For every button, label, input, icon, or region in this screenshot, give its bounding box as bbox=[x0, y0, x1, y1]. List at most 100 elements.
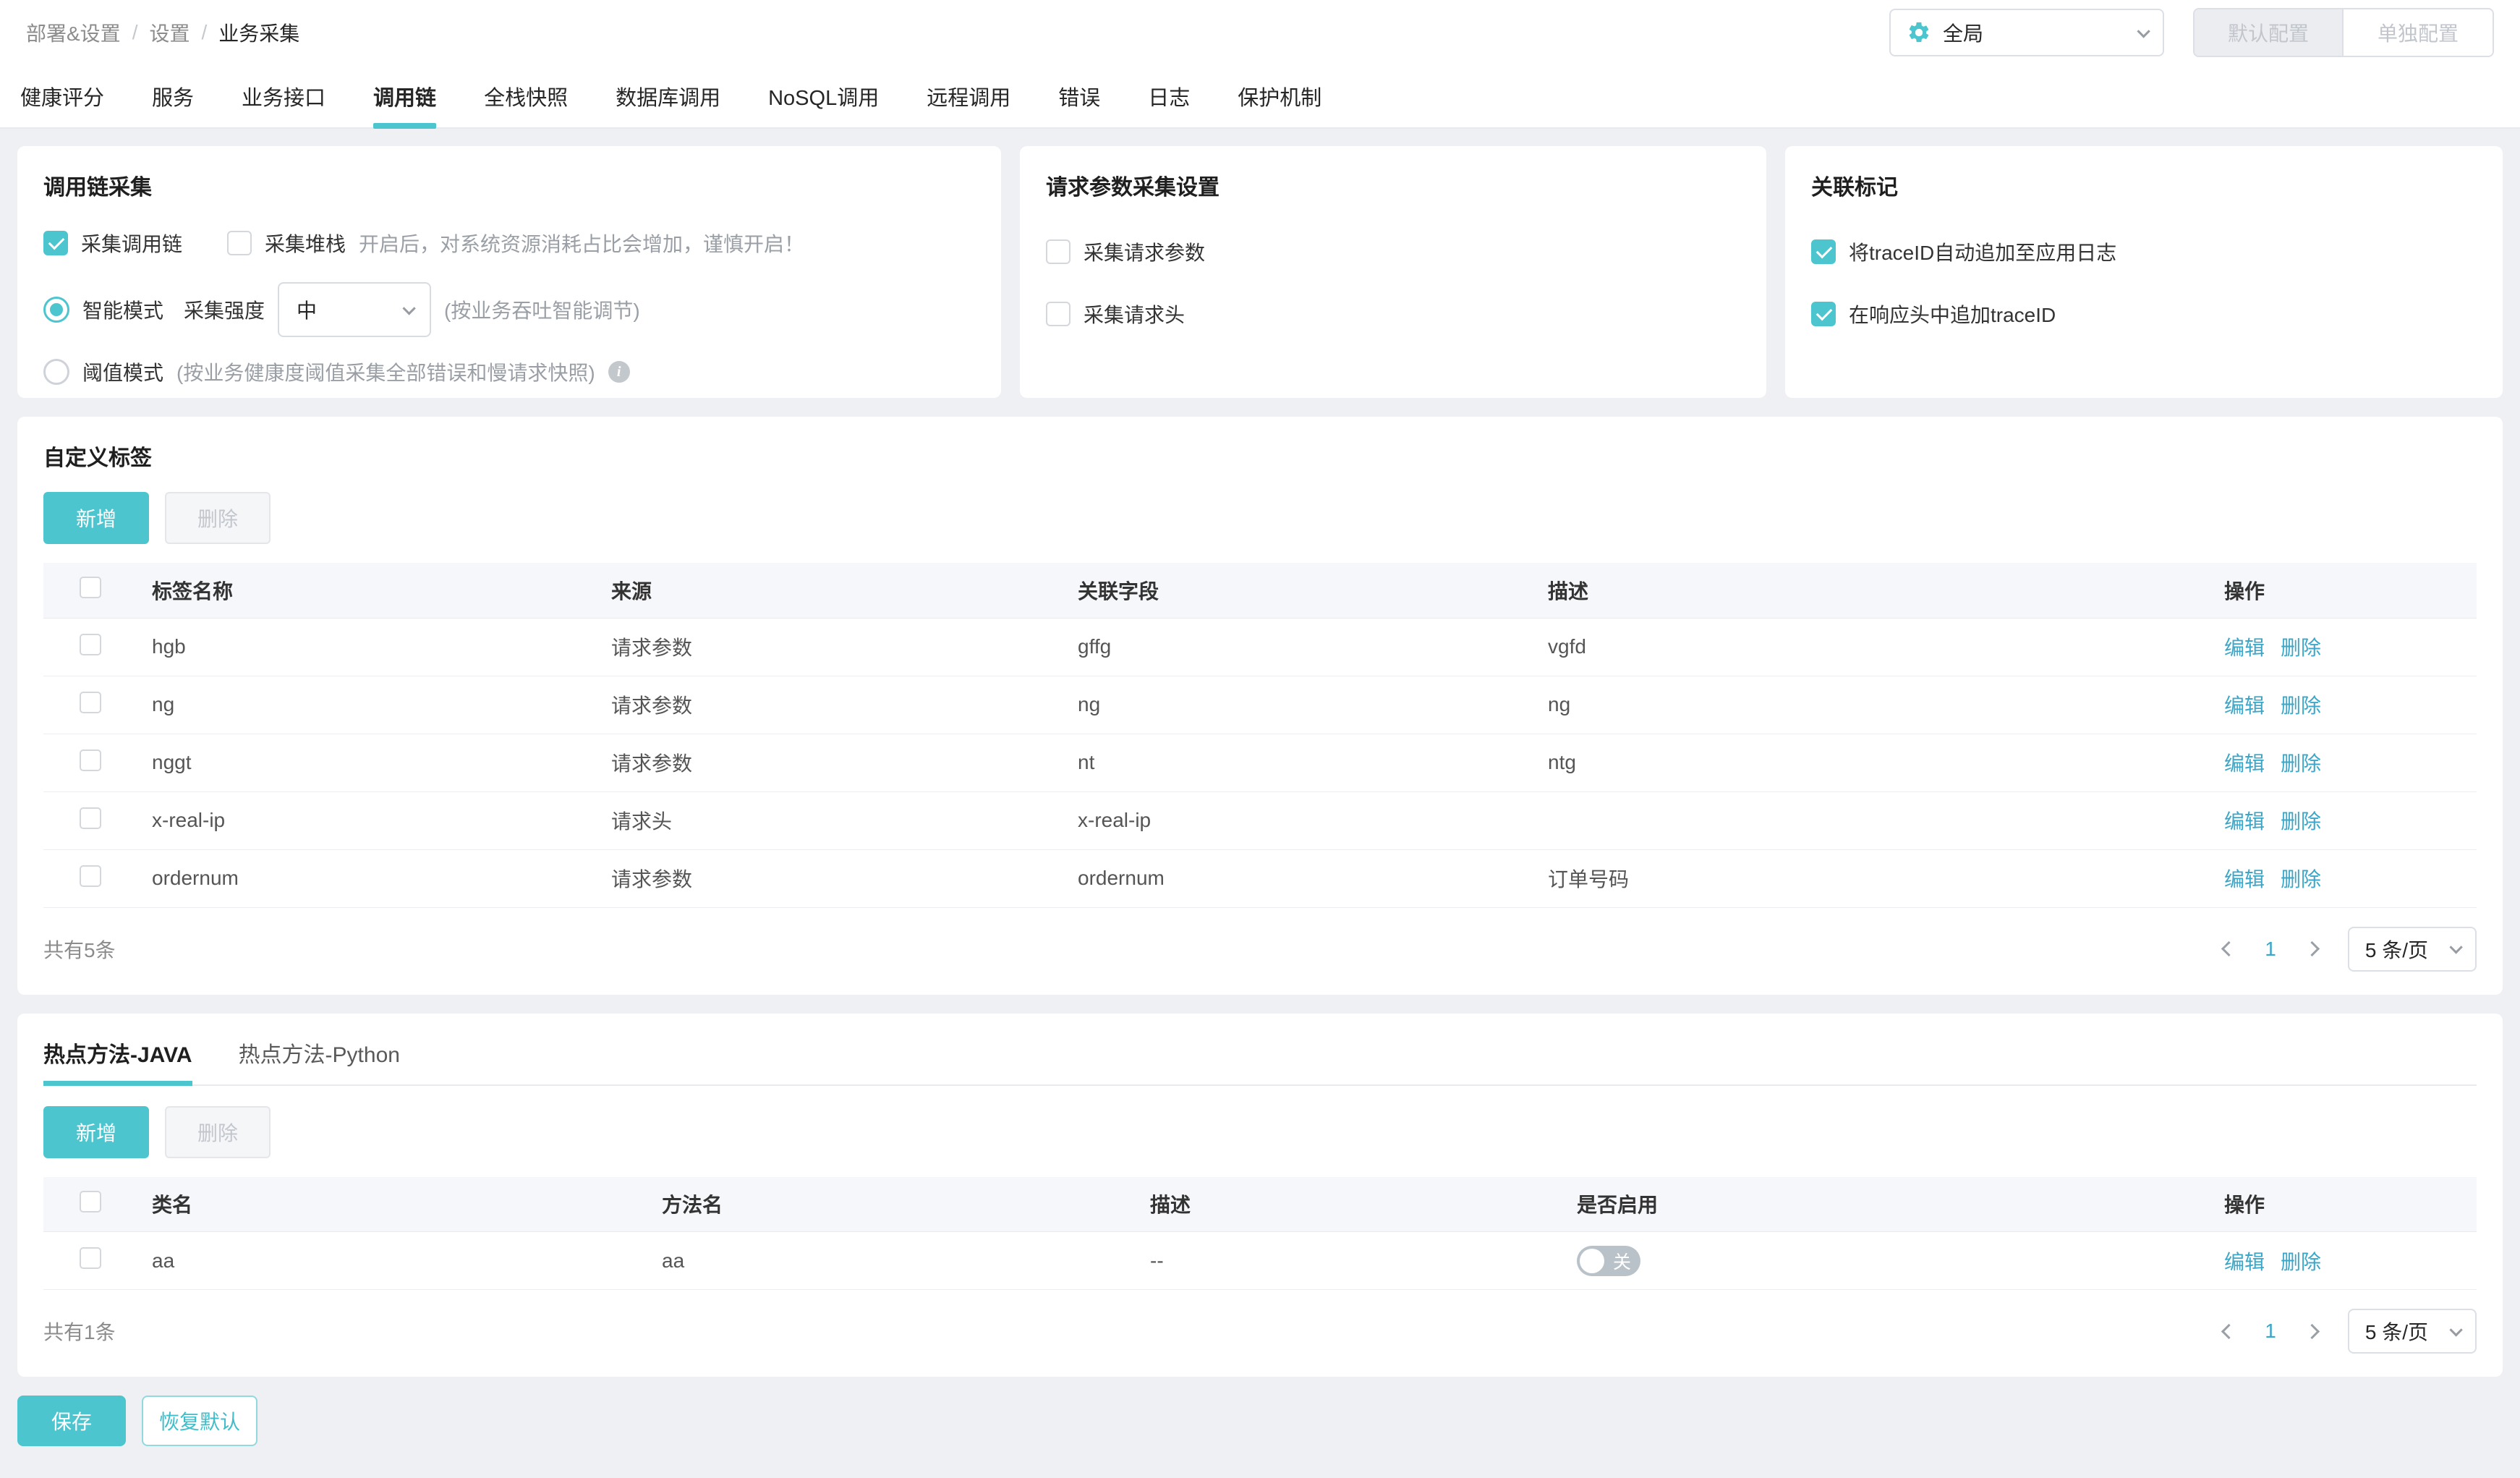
page-number[interactable]: 1 bbox=[2265, 938, 2276, 961]
row-checkbox[interactable] bbox=[80, 865, 101, 887]
select-all-checkbox[interactable] bbox=[80, 577, 101, 599]
add-method-button[interactable]: 新增 bbox=[43, 1105, 149, 1158]
col-source: 来源 bbox=[611, 563, 1078, 619]
page-size-select[interactable]: 5 条/页 bbox=[2347, 926, 2477, 972]
cell-source: 请求参数 bbox=[611, 676, 1078, 734]
tab-logs[interactable]: 日志 bbox=[1148, 65, 1190, 127]
trace-to-log-checkbox[interactable] bbox=[1811, 239, 1836, 264]
next-page-icon[interactable] bbox=[2304, 1323, 2320, 1339]
table-row: aa aa -- 关 编辑 删除 bbox=[43, 1231, 2477, 1290]
select-all-checkbox[interactable] bbox=[80, 1190, 101, 1212]
tab-hot-methods-python[interactable]: 热点方法-Python bbox=[239, 1037, 400, 1084]
enable-toggle-off[interactable]: 关 bbox=[1577, 1245, 1640, 1276]
trace-collect-row: 采集调用链 采集堆栈 开启后，对系统资源消耗占比会增加，谨慎开启！ bbox=[43, 229, 975, 258]
col-related-field: 关联字段 bbox=[1078, 563, 1548, 619]
tab-errors[interactable]: 错误 bbox=[1058, 65, 1100, 127]
info-icon[interactable]: i bbox=[608, 361, 630, 383]
smart-mode-hint: (按业务吞吐智能调节) bbox=[444, 300, 640, 322]
edit-link[interactable]: 编辑 bbox=[2224, 868, 2265, 891]
cell-tag-name: ng bbox=[152, 676, 611, 734]
delete-method-button[interactable]: 删除 bbox=[165, 1105, 271, 1158]
main-content: 调用链采集 采集调用链 采集堆栈 开启后，对系统资源消耗占比会增加，谨慎开启！ … bbox=[0, 129, 2520, 1478]
scope-select[interactable]: 全局 bbox=[1889, 9, 2164, 56]
delete-link[interactable]: 删除 bbox=[2281, 1251, 2321, 1273]
page-number[interactable]: 1 bbox=[2265, 1320, 2276, 1343]
table-row: x-real-ip 请求头 x-real-ip 编辑 删除 bbox=[43, 791, 2477, 850]
row-checkbox[interactable] bbox=[80, 749, 101, 771]
edit-link[interactable]: 编辑 bbox=[2224, 752, 2265, 775]
collect-headers-row: 采集请求头 bbox=[1046, 300, 1740, 328]
row-checkbox[interactable] bbox=[80, 1247, 101, 1269]
save-button[interactable]: 保存 bbox=[17, 1396, 126, 1446]
page-size-value: 5 条/页 bbox=[2364, 1321, 2428, 1343]
chevron-down-icon bbox=[2137, 24, 2150, 38]
hot-methods-actions: 新增 删除 bbox=[43, 1105, 2477, 1158]
tab-fullstack-snapshot[interactable]: 全栈快照 bbox=[484, 65, 568, 127]
collect-stack-checkbox[interactable] bbox=[227, 231, 252, 255]
tab-nosql-calls[interactable]: NoSQL调用 bbox=[768, 65, 879, 127]
pagination: 1 5 条/页 bbox=[2221, 1309, 2477, 1354]
delete-link[interactable]: 删除 bbox=[2281, 637, 2321, 659]
cell-description: ntg bbox=[1548, 734, 2224, 792]
edit-link[interactable]: 编辑 bbox=[2224, 637, 2265, 659]
prev-page-icon[interactable] bbox=[2221, 1323, 2237, 1339]
trace-to-header-checkbox[interactable] bbox=[1811, 302, 1836, 326]
strength-select-value: 中 bbox=[297, 300, 318, 322]
edit-link[interactable]: 编辑 bbox=[2224, 1251, 2265, 1273]
custom-tags-title: 自定义标签 bbox=[43, 446, 152, 470]
col-description: 描述 bbox=[1150, 1176, 1577, 1232]
delete-link[interactable]: 删除 bbox=[2281, 695, 2321, 717]
edit-link[interactable]: 编辑 bbox=[2224, 695, 2265, 717]
chevron-down-icon bbox=[2449, 1322, 2463, 1337]
col-actions: 操作 bbox=[2224, 563, 2477, 619]
add-tag-button[interactable]: 新增 bbox=[43, 492, 149, 544]
toggle-knob bbox=[1580, 1248, 1604, 1273]
page-actions: 保存 恢复默认 bbox=[17, 1396, 2503, 1461]
default-config-button[interactable]: 默认配置 bbox=[2195, 9, 2344, 56]
prev-page-icon[interactable] bbox=[2221, 940, 2237, 957]
tab-services[interactable]: 服务 bbox=[152, 65, 194, 127]
next-page-icon[interactable] bbox=[2304, 940, 2320, 957]
tab-health-score[interactable]: 健康评分 bbox=[20, 65, 104, 127]
edit-link[interactable]: 编辑 bbox=[2224, 810, 2265, 833]
tab-hot-methods-java[interactable]: 热点方法-JAVA bbox=[43, 1037, 192, 1086]
page-size-select[interactable]: 5 条/页 bbox=[2347, 1309, 2477, 1354]
tab-database-calls[interactable]: 数据库调用 bbox=[616, 65, 720, 127]
cell-class-name: aa bbox=[152, 1231, 662, 1290]
marker-panel: 关联标记 将traceID自动追加至应用日志 在响应头中追加traceID bbox=[1785, 146, 2503, 398]
collect-headers-checkbox[interactable] bbox=[1046, 302, 1070, 326]
topbar-right: 全局 默认配置 单独配置 bbox=[1889, 8, 2494, 57]
restore-default-button[interactable]: 恢复默认 bbox=[142, 1396, 257, 1446]
tab-remote-calls[interactable]: 远程调用 bbox=[927, 65, 1010, 127]
strength-label: 采集强度 bbox=[184, 300, 265, 322]
breadcrumb-settings[interactable]: 设置 bbox=[149, 18, 190, 47]
tab-protection[interactable]: 保护机制 bbox=[1238, 65, 1321, 127]
cell-description: ng bbox=[1548, 676, 2224, 734]
table-row: ordernum 请求参数 ordernum 订单号码 编辑 删除 bbox=[43, 849, 2477, 908]
collect-stack-hint: 开启后，对系统资源消耗占比会增加，谨慎开启！ bbox=[359, 233, 805, 255]
row-checkbox[interactable] bbox=[80, 807, 101, 829]
breadcrumb-deploy-settings[interactable]: 部署&设置 bbox=[26, 18, 121, 47]
row-checkbox[interactable] bbox=[80, 633, 101, 655]
threshold-mode-radio[interactable] bbox=[43, 359, 69, 385]
row-checkbox[interactable] bbox=[80, 691, 101, 713]
smart-mode-radio[interactable] bbox=[43, 297, 69, 323]
delete-link[interactable]: 删除 bbox=[2281, 752, 2321, 775]
hot-methods-section: 热点方法-JAVA 热点方法-Python 新增 删除 类名 方法名 描述 是否… bbox=[17, 1013, 2503, 1377]
cell-source: 请求参数 bbox=[611, 618, 1078, 676]
separate-config-button[interactable]: 单独配置 bbox=[2344, 9, 2493, 56]
cell-related-field: nt bbox=[1078, 734, 1548, 792]
trace-to-log-label: 将traceID自动追加至应用日志 bbox=[1849, 242, 2117, 264]
delete-link[interactable]: 删除 bbox=[2281, 868, 2321, 891]
page: { "colors": { "accent": "#4cc5cf", "link… bbox=[0, 0, 2520, 1478]
request-params-panel: 请求参数采集设置 采集请求参数 采集请求头 bbox=[1020, 146, 1766, 398]
page-size-value: 5 条/页 bbox=[2364, 938, 2428, 961]
collect-params-checkbox[interactable] bbox=[1046, 239, 1070, 264]
tab-trace[interactable]: 调用链 bbox=[373, 65, 437, 129]
tab-business-api[interactable]: 业务接口 bbox=[242, 65, 325, 127]
strength-select[interactable]: 中 bbox=[278, 282, 432, 337]
delete-link[interactable]: 删除 bbox=[2281, 810, 2321, 833]
threshold-mode-row: 阈值模式 (按业务健康度阈值采集全部错误和慢请求快照) i bbox=[43, 357, 975, 386]
collect-trace-checkbox[interactable] bbox=[43, 231, 68, 255]
delete-tag-button[interactable]: 删除 bbox=[165, 492, 271, 544]
